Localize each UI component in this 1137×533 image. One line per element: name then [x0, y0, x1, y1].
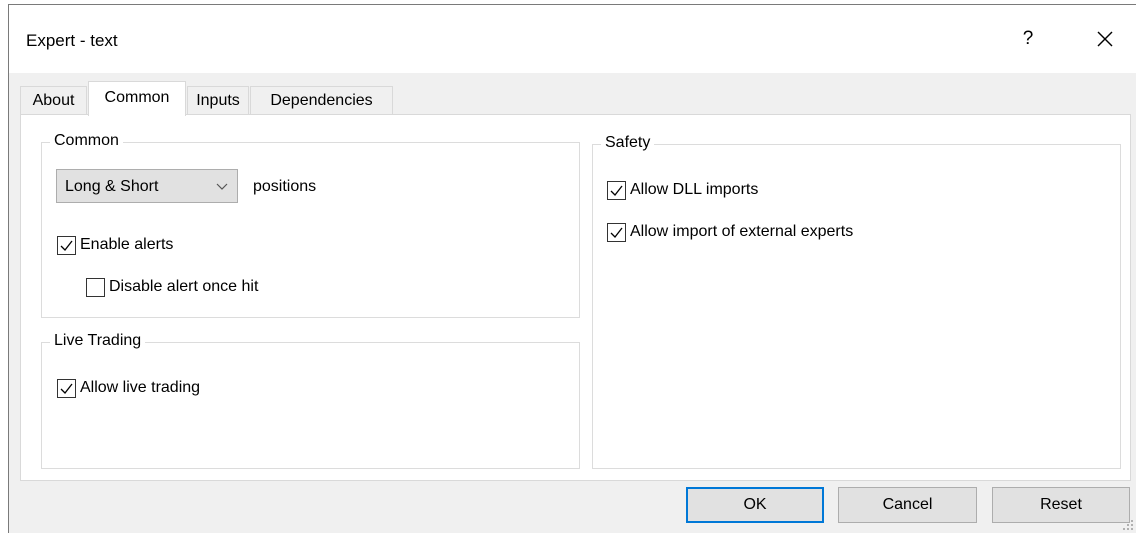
live-trading-group: Live Trading Allow live trading: [41, 332, 580, 469]
tab-dependencies[interactable]: Dependencies: [250, 86, 393, 115]
title-bar: Expert - text ?: [9, 5, 1136, 73]
allow-external-experts-checkbox[interactable]: Allow import of external experts: [607, 221, 853, 243]
allow-live-trading-check-box[interactable]: [57, 378, 76, 398]
positions-label: positions: [253, 178, 317, 195]
enable-alerts-check-box[interactable]: [57, 235, 76, 255]
allow-live-trading-checkbox[interactable]: Allow live trading: [57, 377, 200, 399]
disable-alert-once-hit-check-box[interactable]: [86, 277, 105, 297]
allow-external-experts-label: Allow import of external experts: [630, 223, 854, 240]
live-trading-group-title: Live Trading: [50, 332, 146, 350]
allow-dll-imports-check-box[interactable]: [607, 180, 626, 200]
checkmark-icon: [610, 227, 623, 238]
checkmark-icon: [610, 185, 623, 196]
tab-panel-common: Common Long & Short positions Enable ale…: [20, 114, 1131, 481]
common-group: Common Long & Short positions Enable ale…: [41, 132, 580, 318]
cancel-button[interactable]: Cancel: [838, 487, 977, 523]
help-button[interactable]: ?: [1018, 28, 1038, 50]
safety-group: Safety Allow DLL imports Allow import of…: [592, 134, 1121, 469]
positions-select[interactable]: Long & Short: [56, 169, 238, 203]
tab-inputs[interactable]: Inputs: [187, 86, 249, 115]
tab-about[interactable]: About: [20, 86, 87, 115]
disable-alert-once-hit-label: Disable alert once hit: [109, 278, 259, 295]
disable-alert-once-hit-checkbox[interactable]: Disable alert once hit: [86, 276, 258, 298]
allow-dll-imports-label: Allow DLL imports: [630, 181, 759, 198]
allow-dll-imports-checkbox[interactable]: Allow DLL imports: [607, 179, 758, 201]
close-icon: [1097, 31, 1113, 47]
close-button[interactable]: [1087, 21, 1123, 57]
checkmark-icon: [60, 240, 73, 251]
tab-common[interactable]: Common: [88, 81, 186, 116]
safety-group-title: Safety: [601, 134, 655, 152]
window-title: Expert - text: [26, 31, 118, 50]
resize-grip-icon[interactable]: [1122, 519, 1134, 531]
enable-alerts-checkbox[interactable]: Enable alerts: [57, 234, 173, 256]
checkmark-icon: [60, 383, 73, 394]
enable-alerts-label: Enable alerts: [80, 236, 174, 253]
reset-button[interactable]: Reset: [992, 487, 1130, 523]
allow-external-experts-check-box[interactable]: [607, 222, 626, 242]
common-group-title: Common: [50, 132, 123, 150]
positions-select-value: Long & Short: [65, 178, 159, 195]
allow-live-trading-label: Allow live trading: [80, 379, 201, 396]
chevron-down-icon: [216, 183, 228, 190]
expert-dialog: Expert - text ? About Common Inputs Depe…: [8, 4, 1136, 533]
ok-button[interactable]: OK: [686, 487, 824, 523]
